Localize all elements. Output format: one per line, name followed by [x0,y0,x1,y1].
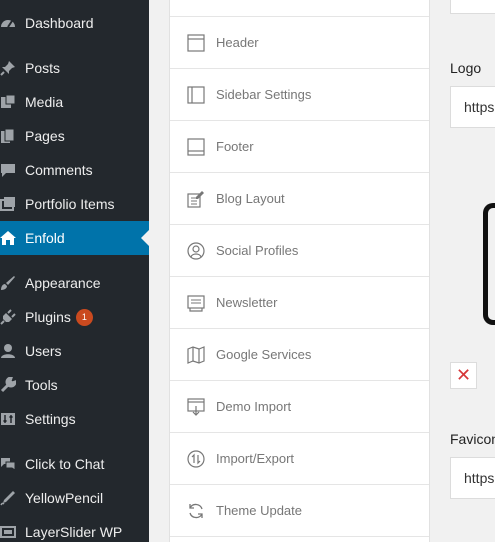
tab-import-export[interactable]: Import/Export [170,433,429,485]
pencil-icon [0,491,15,506]
tab-label: Theme Update [216,503,302,518]
footer-icon [187,138,205,156]
sidebar-layout-icon [187,86,205,104]
sidebar-item-label: Comments [25,162,93,178]
sidebar-item-label: Click to Chat [25,456,105,472]
tab-google-services[interactable]: Google Services [170,329,429,381]
tab-label: Header [216,35,259,50]
tab-label: Footer [216,139,254,154]
tab-header[interactable]: Header [170,17,429,69]
plugin-icon [0,309,16,325]
logo-url-input[interactable]: https [450,86,495,128]
wrench-icon [0,377,16,393]
portfolio-icon [0,197,15,211]
sidebar-item-pages[interactable]: Pages [0,119,149,153]
profile-icon [187,242,205,260]
import-export-icon [187,450,205,468]
favicon-label: Favicon [450,431,495,447]
comment-icon [1,164,15,177]
tab-demo-import[interactable]: Demo Import [170,381,429,433]
tab-previous[interactable] [170,0,429,17]
slider-icon [0,526,16,538]
blog-edit-icon [187,191,204,208]
tab-label: Social Profiles [216,243,299,258]
tab-social-profiles[interactable]: Social Profiles [170,225,429,277]
tab-blog-layout[interactable]: Blog Layout [170,173,429,225]
theme-options-tabs: Header Sidebar Settings Footer Blog Layo… [169,0,430,542]
sidebar-item-label: Dashboard [25,15,94,31]
tab-label: Sidebar Settings [216,87,312,102]
newsletter-icon [187,295,205,312]
tab-footer[interactable]: Footer [170,121,429,173]
tab-label: Newsletter [216,295,278,310]
brush-icon [1,276,15,290]
options-panel: Logo https ✕ Favicon https [431,0,495,542]
tab-sidebar-settings[interactable]: Sidebar Settings [170,69,429,121]
sidebar-item-media[interactable]: Media [0,85,149,119]
favicon-url-input[interactable]: https [450,457,495,499]
sidebar-item-dashboard[interactable]: Dashboard [0,6,149,40]
update-count-badge: 1 [75,308,93,326]
sidebar-item-label: Portfolio Items [25,196,115,212]
sidebar-item-label: Media [25,94,64,110]
sidebar-item-posts[interactable]: Posts [0,51,149,85]
sidebar-item-label: Pages [25,128,65,144]
tab-label: Import/Export [216,451,295,466]
header-icon [187,34,205,52]
sidebar-item-label: Enfold [25,230,65,246]
sidebar-item-users[interactable]: Users [0,334,149,368]
sidebar-item-label: Tools [25,377,58,393]
chat-icon [1,458,16,471]
sidebar-item-appearance[interactable]: Appearance [0,266,149,300]
sidebar-item-click-to-chat[interactable]: Click to Chat [0,447,149,481]
media-icon [1,94,16,108]
admin-sidebar: Dashboard Posts Media Pages Comments Por… [0,0,149,542]
sidebar-item-label: Settings [25,411,76,427]
sidebar-item-label: Users [25,343,62,359]
sidebar-item-label: Posts [25,60,61,76]
tab-label: Demo Import [216,399,292,414]
tab-newsletter[interactable]: Newsletter [170,277,429,329]
sidebar-item-layerslider-wp[interactable]: LayerSlider WP [0,515,149,542]
user-icon [1,344,15,358]
sidebar-item-plugins[interactable]: Plugins 1 [0,300,149,334]
tab-label: Google Services [216,347,312,362]
plugins-label: Plugins [25,309,71,325]
settings-icon [1,413,15,425]
sidebar-item-settings[interactable]: Settings [0,402,149,436]
import-screen-icon [187,398,205,416]
sidebar-item-portfolio-items[interactable]: Portfolio Items [0,187,149,221]
logo-label: Logo [450,60,482,76]
sidebar-item-label: Appearance [25,275,101,291]
map-icon [187,346,205,364]
home-icon [0,231,16,245]
tab-label: Blog Layout [216,191,285,206]
pin-icon [0,61,15,76]
sidebar-item-yellowpencil[interactable]: YellowPencil [0,481,149,515]
remove-logo-button[interactable]: ✕ [450,362,477,389]
dashboard-icon [1,20,15,28]
refresh-icon [189,503,203,519]
previous-field-box[interactable] [450,0,495,14]
sidebar-item-label: Plugins 1 [25,300,93,334]
sidebar-item-enfold[interactable]: Enfold [0,221,149,255]
sidebar-item-label: YellowPencil [25,490,104,506]
logo-preview-image [483,203,495,325]
sidebar-item-label: LayerSlider WP [25,524,123,540]
sidebar-item-comments[interactable]: Comments [0,153,149,187]
sidebar-item-tools[interactable]: Tools [0,368,149,402]
tab-theme-update[interactable]: Theme Update [170,485,429,537]
pages-icon [1,128,15,143]
